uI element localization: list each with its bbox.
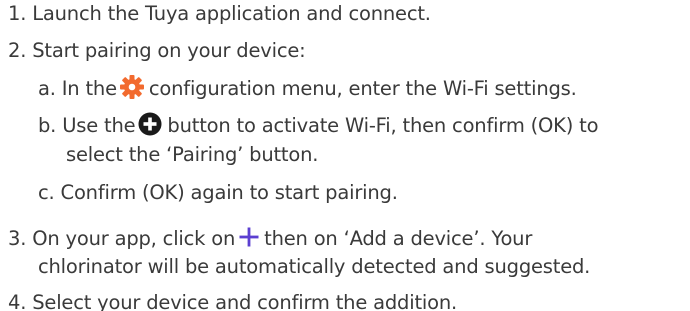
substep-text-before: Use the (62, 114, 136, 137)
substep-text-after: button to activate Wi-Fi, then confirm (… (167, 114, 599, 137)
substep-letter: a. (38, 77, 56, 100)
substep-text: select the ‘Pairing’ button. (66, 143, 319, 166)
step-text-after: then on ‘Add a device’. Your (264, 227, 533, 250)
substep-text-before: In the (61, 77, 117, 100)
step-number: 2. (8, 39, 27, 62)
instruction-list: 1. Launch the Tuya application and conne… (0, 0, 690, 311)
substep-text: Confirm (OK) again to start pairing. (60, 181, 398, 204)
step-4: 4. Select your device and confirm the ad… (8, 289, 457, 311)
plus-circle-icon (138, 112, 162, 136)
substep-letter: b. (38, 114, 57, 137)
step-1: 1. Launch the Tuya application and conne… (8, 0, 431, 28)
step-number: 4. (8, 291, 27, 311)
step-3: 3. On your app, click on then on ‘Add a d… (8, 225, 532, 253)
step-2a: a. In the configuration menu, enter the W… (38, 74, 577, 103)
step-2: 2. Start pairing on your device: (8, 37, 306, 65)
step-2c: c. Confirm (OK) again to start pairing. (38, 179, 398, 207)
step-number: 1. (8, 2, 27, 25)
gear-icon (119, 74, 145, 100)
step-text: Select your device and confirm the addit… (32, 291, 457, 311)
step-number: 3. (8, 227, 27, 250)
step-text: Start pairing on your device: (32, 39, 306, 62)
step-2b-continuation: select the ‘Pairing’ button. (66, 141, 318, 169)
step-2b: b. Use the button to activate Wi-Fi, then… (38, 112, 599, 140)
step-text-before: On your app, click on (32, 227, 236, 250)
substep-letter: c. (38, 181, 55, 204)
substep-text-after: configuration menu, enter the Wi-Fi sett… (148, 77, 577, 100)
plus-icon (238, 226, 260, 248)
step-3-continuation: chlorinator will be automatically detect… (38, 253, 590, 281)
step-text: Launch the Tuya application and connect. (32, 2, 431, 25)
step-text: chlorinator will be automatically detect… (38, 255, 591, 278)
